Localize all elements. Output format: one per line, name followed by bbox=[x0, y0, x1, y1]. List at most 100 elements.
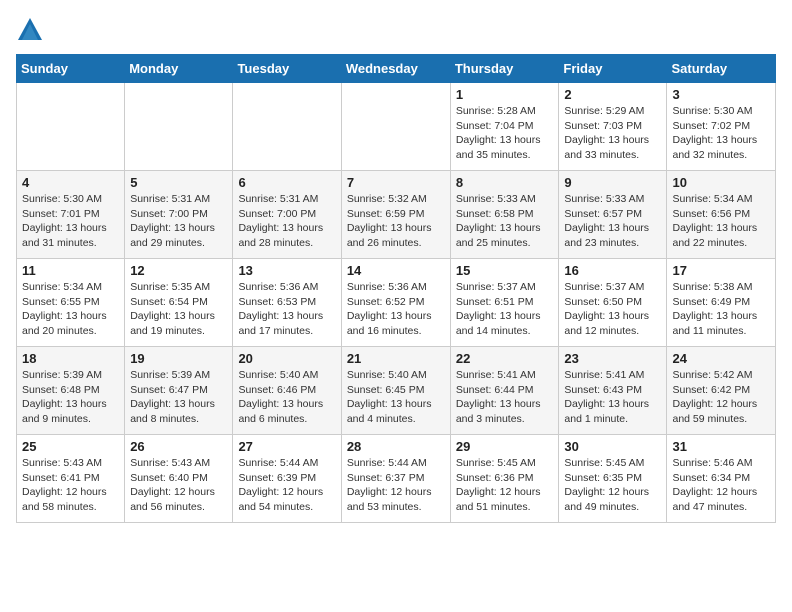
day-number: 11 bbox=[22, 263, 119, 278]
day-number: 15 bbox=[456, 263, 554, 278]
day-info: Sunrise: 5:28 AM Sunset: 7:04 PM Dayligh… bbox=[456, 104, 554, 163]
calendar-day-cell: 31 Sunrise: 5:46 AM Sunset: 6:34 PM Dayli… bbox=[667, 435, 776, 523]
day-number: 29 bbox=[456, 439, 554, 454]
calendar-day-cell: 28Sunrise: 5:44 AM Sunset: 6:37 PM Dayli… bbox=[341, 435, 450, 523]
day-of-week-header: Friday bbox=[559, 55, 667, 83]
day-number: 19 bbox=[130, 351, 227, 366]
day-info: Sunrise: 5:36 AM Sunset: 6:52 PM Dayligh… bbox=[347, 280, 445, 339]
day-of-week-header: Thursday bbox=[450, 55, 559, 83]
day-of-week-header: Wednesday bbox=[341, 55, 450, 83]
day-number: 22 bbox=[456, 351, 554, 366]
day-number: 5 bbox=[130, 175, 227, 190]
calendar-day-cell: 18Sunrise: 5:39 AM Sunset: 6:48 PM Dayli… bbox=[17, 347, 125, 435]
day-info: Sunrise: 5:32 AM Sunset: 6:59 PM Dayligh… bbox=[347, 192, 445, 251]
day-info: Sunrise: 5:41 AM Sunset: 6:43 PM Dayligh… bbox=[564, 368, 661, 427]
day-info: Sunrise: 5:45 AM Sunset: 6:36 PM Dayligh… bbox=[456, 456, 554, 515]
calendar-week-row: 4 Sunrise: 5:30 AM Sunset: 7:01 PM Daylig… bbox=[17, 171, 776, 259]
day-number: 16 bbox=[564, 263, 661, 278]
day-info: Sunrise: 5:40 AM Sunset: 6:46 PM Dayligh… bbox=[238, 368, 335, 427]
calendar-day-cell: 2 Sunrise: 5:29 AM Sunset: 7:03 PM Daylig… bbox=[559, 83, 667, 171]
day-of-week-header: Saturday bbox=[667, 55, 776, 83]
day-info: Sunrise: 5:46 AM Sunset: 6:34 PM Dayligh… bbox=[672, 456, 770, 515]
day-info: Sunrise: 5:44 AM Sunset: 6:39 PM Dayligh… bbox=[238, 456, 335, 515]
day-number: 10 bbox=[672, 175, 770, 190]
day-number: 24 bbox=[672, 351, 770, 366]
day-number: 30 bbox=[564, 439, 661, 454]
calendar-week-row: 11 Sunrise: 5:34 AM Sunset: 6:55 PM Dayli… bbox=[17, 259, 776, 347]
calendar-day-cell: 24Sunrise: 5:42 AM Sunset: 6:42 PM Dayli… bbox=[667, 347, 776, 435]
day-number: 4 bbox=[22, 175, 119, 190]
calendar-week-row: 1Sunrise: 5:28 AM Sunset: 7:04 PM Daylig… bbox=[17, 83, 776, 171]
day-number: 12 bbox=[130, 263, 227, 278]
calendar-week-row: 25 Sunrise: 5:43 AM Sunset: 6:41 PM Dayli… bbox=[17, 435, 776, 523]
calendar-week-row: 18Sunrise: 5:39 AM Sunset: 6:48 PM Dayli… bbox=[17, 347, 776, 435]
day-info: Sunrise: 5:30 AM Sunset: 7:02 PM Dayligh… bbox=[672, 104, 770, 163]
calendar-day-cell: 25 Sunrise: 5:43 AM Sunset: 6:41 PM Dayli… bbox=[17, 435, 125, 523]
calendar-header-row: SundayMondayTuesdayWednesdayThursdayFrid… bbox=[17, 55, 776, 83]
day-info: Sunrise: 5:41 AM Sunset: 6:44 PM Dayligh… bbox=[456, 368, 554, 427]
day-info: Sunrise: 5:29 AM Sunset: 7:03 PM Dayligh… bbox=[564, 104, 661, 163]
calendar-day-cell: 30 Sunrise: 5:45 AM Sunset: 6:35 PM Dayli… bbox=[559, 435, 667, 523]
calendar-day-cell: 6 Sunrise: 5:31 AM Sunset: 7:00 PM Daylig… bbox=[233, 171, 341, 259]
calendar-day-cell: 3 Sunrise: 5:30 AM Sunset: 7:02 PM Daylig… bbox=[667, 83, 776, 171]
day-number: 25 bbox=[22, 439, 119, 454]
day-number: 21 bbox=[347, 351, 445, 366]
day-number: 3 bbox=[672, 87, 770, 102]
day-info: Sunrise: 5:36 AM Sunset: 6:53 PM Dayligh… bbox=[238, 280, 335, 339]
logo-icon bbox=[16, 16, 44, 44]
day-info: Sunrise: 5:31 AM Sunset: 7:00 PM Dayligh… bbox=[130, 192, 227, 251]
calendar-day-cell: 26 Sunrise: 5:43 AM Sunset: 6:40 PM Dayli… bbox=[125, 435, 233, 523]
calendar-day-cell: 7 Sunrise: 5:32 AM Sunset: 6:59 PM Daylig… bbox=[341, 171, 450, 259]
calendar-day-cell: 19 Sunrise: 5:39 AM Sunset: 6:47 PM Dayli… bbox=[125, 347, 233, 435]
day-number: 27 bbox=[238, 439, 335, 454]
calendar-day-cell: 10 Sunrise: 5:34 AM Sunset: 6:56 PM Dayli… bbox=[667, 171, 776, 259]
calendar-day-cell bbox=[125, 83, 233, 171]
day-info: Sunrise: 5:43 AM Sunset: 6:40 PM Dayligh… bbox=[130, 456, 227, 515]
day-number: 14 bbox=[347, 263, 445, 278]
day-info: Sunrise: 5:40 AM Sunset: 6:45 PM Dayligh… bbox=[347, 368, 445, 427]
day-info: Sunrise: 5:37 AM Sunset: 6:50 PM Dayligh… bbox=[564, 280, 661, 339]
day-info: Sunrise: 5:45 AM Sunset: 6:35 PM Dayligh… bbox=[564, 456, 661, 515]
calendar-day-cell bbox=[17, 83, 125, 171]
calendar-day-cell: 22 Sunrise: 5:41 AM Sunset: 6:44 PM Dayli… bbox=[450, 347, 559, 435]
day-number: 17 bbox=[672, 263, 770, 278]
calendar-day-cell: 23 Sunrise: 5:41 AM Sunset: 6:43 PM Dayli… bbox=[559, 347, 667, 435]
calendar-day-cell: 12 Sunrise: 5:35 AM Sunset: 6:54 PM Dayli… bbox=[125, 259, 233, 347]
calendar-day-cell bbox=[341, 83, 450, 171]
day-number: 6 bbox=[238, 175, 335, 190]
calendar-day-cell bbox=[233, 83, 341, 171]
calendar-day-cell: 16 Sunrise: 5:37 AM Sunset: 6:50 PM Dayli… bbox=[559, 259, 667, 347]
calendar-day-cell: 20Sunrise: 5:40 AM Sunset: 6:46 PM Dayli… bbox=[233, 347, 341, 435]
day-info: Sunrise: 5:34 AM Sunset: 6:56 PM Dayligh… bbox=[672, 192, 770, 251]
day-number: 2 bbox=[564, 87, 661, 102]
calendar-day-cell: 8 Sunrise: 5:33 AM Sunset: 6:58 PM Daylig… bbox=[450, 171, 559, 259]
day-number: 7 bbox=[347, 175, 445, 190]
day-of-week-header: Sunday bbox=[17, 55, 125, 83]
day-number: 9 bbox=[564, 175, 661, 190]
calendar-day-cell: 17 Sunrise: 5:38 AM Sunset: 6:49 PM Dayli… bbox=[667, 259, 776, 347]
day-of-week-header: Tuesday bbox=[233, 55, 341, 83]
day-info: Sunrise: 5:39 AM Sunset: 6:48 PM Dayligh… bbox=[22, 368, 119, 427]
calendar-day-cell: 9 Sunrise: 5:33 AM Sunset: 6:57 PM Daylig… bbox=[559, 171, 667, 259]
day-number: 26 bbox=[130, 439, 227, 454]
day-info: Sunrise: 5:43 AM Sunset: 6:41 PM Dayligh… bbox=[22, 456, 119, 515]
calendar-day-cell: 5 Sunrise: 5:31 AM Sunset: 7:00 PM Daylig… bbox=[125, 171, 233, 259]
calendar-day-cell: 1Sunrise: 5:28 AM Sunset: 7:04 PM Daylig… bbox=[450, 83, 559, 171]
calendar-day-cell: 11 Sunrise: 5:34 AM Sunset: 6:55 PM Dayli… bbox=[17, 259, 125, 347]
day-info: Sunrise: 5:31 AM Sunset: 7:00 PM Dayligh… bbox=[238, 192, 335, 251]
day-number: 13 bbox=[238, 263, 335, 278]
day-number: 23 bbox=[564, 351, 661, 366]
logo bbox=[16, 16, 48, 44]
calendar-day-cell: 15 Sunrise: 5:37 AM Sunset: 6:51 PM Dayli… bbox=[450, 259, 559, 347]
calendar-day-cell: 29 Sunrise: 5:45 AM Sunset: 6:36 PM Dayli… bbox=[450, 435, 559, 523]
day-info: Sunrise: 5:33 AM Sunset: 6:57 PM Dayligh… bbox=[564, 192, 661, 251]
day-number: 8 bbox=[456, 175, 554, 190]
day-info: Sunrise: 5:34 AM Sunset: 6:55 PM Dayligh… bbox=[22, 280, 119, 339]
day-info: Sunrise: 5:35 AM Sunset: 6:54 PM Dayligh… bbox=[130, 280, 227, 339]
day-number: 31 bbox=[672, 439, 770, 454]
day-info: Sunrise: 5:33 AM Sunset: 6:58 PM Dayligh… bbox=[456, 192, 554, 251]
day-info: Sunrise: 5:38 AM Sunset: 6:49 PM Dayligh… bbox=[672, 280, 770, 339]
day-info: Sunrise: 5:30 AM Sunset: 7:01 PM Dayligh… bbox=[22, 192, 119, 251]
day-info: Sunrise: 5:39 AM Sunset: 6:47 PM Dayligh… bbox=[130, 368, 227, 427]
day-info: Sunrise: 5:37 AM Sunset: 6:51 PM Dayligh… bbox=[456, 280, 554, 339]
